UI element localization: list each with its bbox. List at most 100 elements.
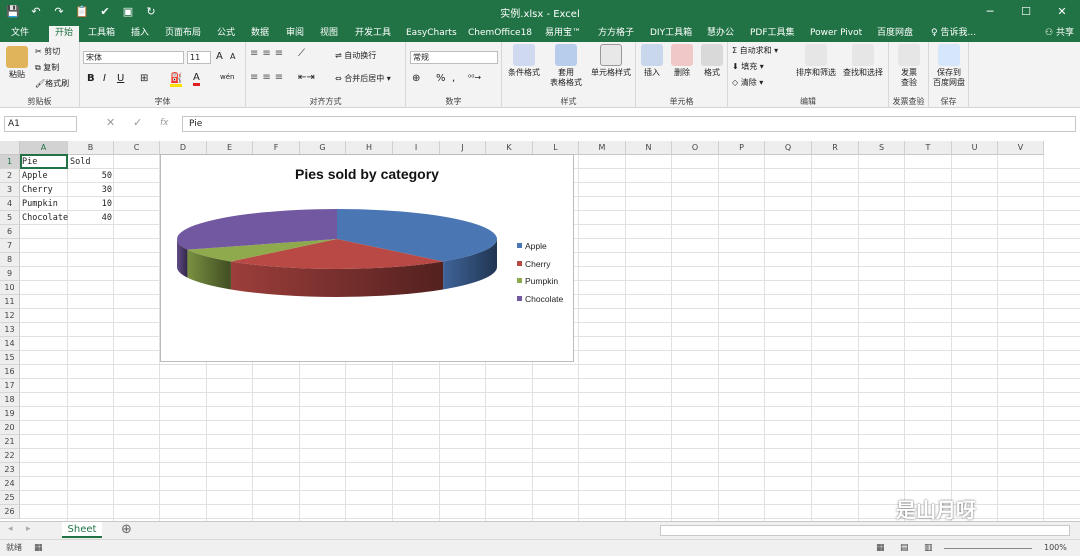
row-header-12[interactable]: 12	[0, 309, 20, 323]
column-header-c[interactable]: C	[114, 141, 160, 155]
column-header-f[interactable]: F	[253, 141, 300, 155]
page-layout-icon[interactable]: ▤	[900, 540, 909, 556]
tab-easycharts[interactable]: EasyCharts	[403, 26, 460, 42]
find-select-button[interactable]: 查找和选择	[840, 44, 886, 78]
column-header-t[interactable]: T	[905, 141, 952, 155]
add-sheet-button[interactable]: ⊕	[121, 522, 132, 537]
indent-icons[interactable]: ⇤⇥	[298, 72, 315, 83]
cell-b3[interactable]: 30	[68, 183, 114, 197]
font-size-combo[interactable]: 11	[187, 51, 211, 64]
sheet-tab[interactable]: Sheet	[62, 522, 102, 538]
name-box[interactable]: A1	[4, 116, 77, 132]
column-header-j[interactable]: J	[440, 141, 486, 155]
comma-button[interactable]: ,	[452, 73, 455, 84]
select-all-corner[interactable]	[0, 141, 20, 155]
tab-formulas[interactable]: 公式	[214, 26, 238, 42]
currency-icon[interactable]: ⊕	[412, 73, 420, 84]
tab-yiyongbao[interactable]: 易用宝™	[542, 26, 584, 42]
row-header-8[interactable]: 8	[0, 253, 20, 267]
row-header-13[interactable]: 13	[0, 323, 20, 337]
cell-b1[interactable]: Sold	[68, 155, 92, 169]
column-header-p[interactable]: P	[719, 141, 765, 155]
vertical-align-icons[interactable]: ≡≡≡	[250, 48, 287, 59]
maximize-button[interactable]: ☐	[1008, 0, 1044, 24]
row-header-26[interactable]: 26	[0, 505, 20, 519]
column-header-d[interactable]: D	[160, 141, 207, 155]
row-header-22[interactable]: 22	[0, 449, 20, 463]
grow-font-button[interactable]: A	[216, 51, 223, 62]
decimal-icons[interactable]: ⁰⁰→	[468, 73, 481, 82]
tab-file[interactable]: 文件	[8, 26, 32, 42]
fill-button[interactable]: ⬇ 填充 ▾	[732, 61, 764, 72]
tab-power-pivot[interactable]: Power Pivot	[807, 26, 865, 42]
scroll-right-icon[interactable]: ▸	[26, 524, 31, 534]
row-header-25[interactable]: 25	[0, 491, 20, 505]
column-header-q[interactable]: Q	[765, 141, 812, 155]
cell-styles-button[interactable]: 单元格样式	[586, 44, 636, 78]
row-header-3[interactable]: 3	[0, 183, 20, 197]
row-header-5[interactable]: 5	[0, 211, 20, 225]
cell-b4[interactable]: 10	[68, 197, 114, 211]
row-header-2[interactable]: 2	[0, 169, 20, 183]
autosum-button[interactable]: Σ 自动求和 ▾	[732, 45, 778, 56]
row-header-1[interactable]: 1	[0, 155, 20, 169]
tab-diy-toolbox[interactable]: DIY工具箱	[647, 26, 695, 42]
tab-review[interactable]: 审阅	[283, 26, 307, 42]
delete-cells-button[interactable]: 删除	[668, 44, 696, 78]
column-header-b[interactable]: B	[68, 141, 114, 155]
row-header-18[interactable]: 18	[0, 393, 20, 407]
tab-pdf[interactable]: PDF工具集	[747, 26, 798, 42]
row-header-4[interactable]: 4	[0, 197, 20, 211]
row-header-7[interactable]: 7	[0, 239, 20, 253]
border-icon[interactable]: ⊞	[140, 73, 148, 84]
format-painter-button[interactable]: 🖌格式刷	[35, 78, 69, 89]
merge-center-button[interactable]: ⇔ 合并后居中 ▾	[335, 73, 391, 84]
zoom-slider[interactable]	[944, 548, 1032, 549]
italic-button[interactable]: I	[103, 73, 106, 84]
percent-button[interactable]: %	[436, 73, 446, 84]
enter-formula-icon[interactable]: ✓	[133, 116, 142, 129]
macro-record-icon[interactable]: ▦	[34, 540, 43, 556]
column-header-e[interactable]: E	[207, 141, 253, 155]
close-button[interactable]: ✕	[1044, 0, 1080, 24]
number-format-combo[interactable]: 常规	[410, 51, 498, 64]
tab-page-layout[interactable]: 页面布局	[162, 26, 204, 42]
row-header-17[interactable]: 17	[0, 379, 20, 393]
column-header-a[interactable]: A	[20, 141, 68, 155]
tab-view[interactable]: 视图	[317, 26, 341, 42]
invoice-check-button[interactable]: 发票 查验	[891, 44, 927, 88]
cancel-formula-icon[interactable]: ✕	[106, 116, 115, 129]
underline-button[interactable]: U	[117, 73, 124, 84]
row-header-6[interactable]: 6	[0, 225, 20, 239]
format-as-table-button[interactable]: 套用 表格格式	[544, 44, 588, 88]
column-header-v[interactable]: V	[998, 141, 1044, 155]
paste-button[interactable]: 粘贴	[3, 46, 31, 80]
conditional-format-button[interactable]: 条件格式	[503, 44, 545, 78]
cell-a3[interactable]: Cherry	[20, 183, 55, 197]
row-header-9[interactable]: 9	[0, 267, 20, 281]
font-color-icon[interactable]: A	[193, 72, 200, 86]
normal-view-icon[interactable]: ▦	[876, 540, 885, 556]
fill-color-icon[interactable]: ⛽	[170, 73, 183, 87]
insert-function-icon[interactable]: fx	[160, 116, 169, 130]
tab-data[interactable]: 数据	[248, 26, 272, 42]
horizontal-align-icons[interactable]: ≡≡≡	[250, 72, 287, 83]
row-header-19[interactable]: 19	[0, 407, 20, 421]
column-header-n[interactable]: N	[626, 141, 672, 155]
tab-developer[interactable]: 开发工具	[352, 26, 394, 42]
bold-button[interactable]: B	[87, 73, 95, 84]
cut-button[interactable]: ✂ 剪切	[35, 46, 60, 57]
pie-chart[interactable]: Pies sold by category Apple Cherry Pumpk…	[160, 154, 574, 362]
column-header-m[interactable]: M	[579, 141, 626, 155]
share-button[interactable]: ⚇ 共享	[1045, 26, 1074, 41]
font-name-combo[interactable]: 宋体	[83, 51, 184, 64]
wrap-text-button[interactable]: ⇌ 自动换行	[335, 50, 376, 61]
cell-a4[interactable]: Pumpkin	[20, 197, 60, 211]
tell-me-search[interactable]: ♀ 告诉我...	[928, 26, 979, 42]
orientation-icon[interactable]: ⟋	[298, 48, 305, 59]
column-header-u[interactable]: U	[952, 141, 998, 155]
row-header-14[interactable]: 14	[0, 337, 20, 351]
cell-a5[interactable]: Chocolate	[20, 211, 68, 225]
copy-button[interactable]: ⧉ 复制	[35, 62, 59, 73]
minimize-button[interactable]: ─	[972, 0, 1008, 24]
